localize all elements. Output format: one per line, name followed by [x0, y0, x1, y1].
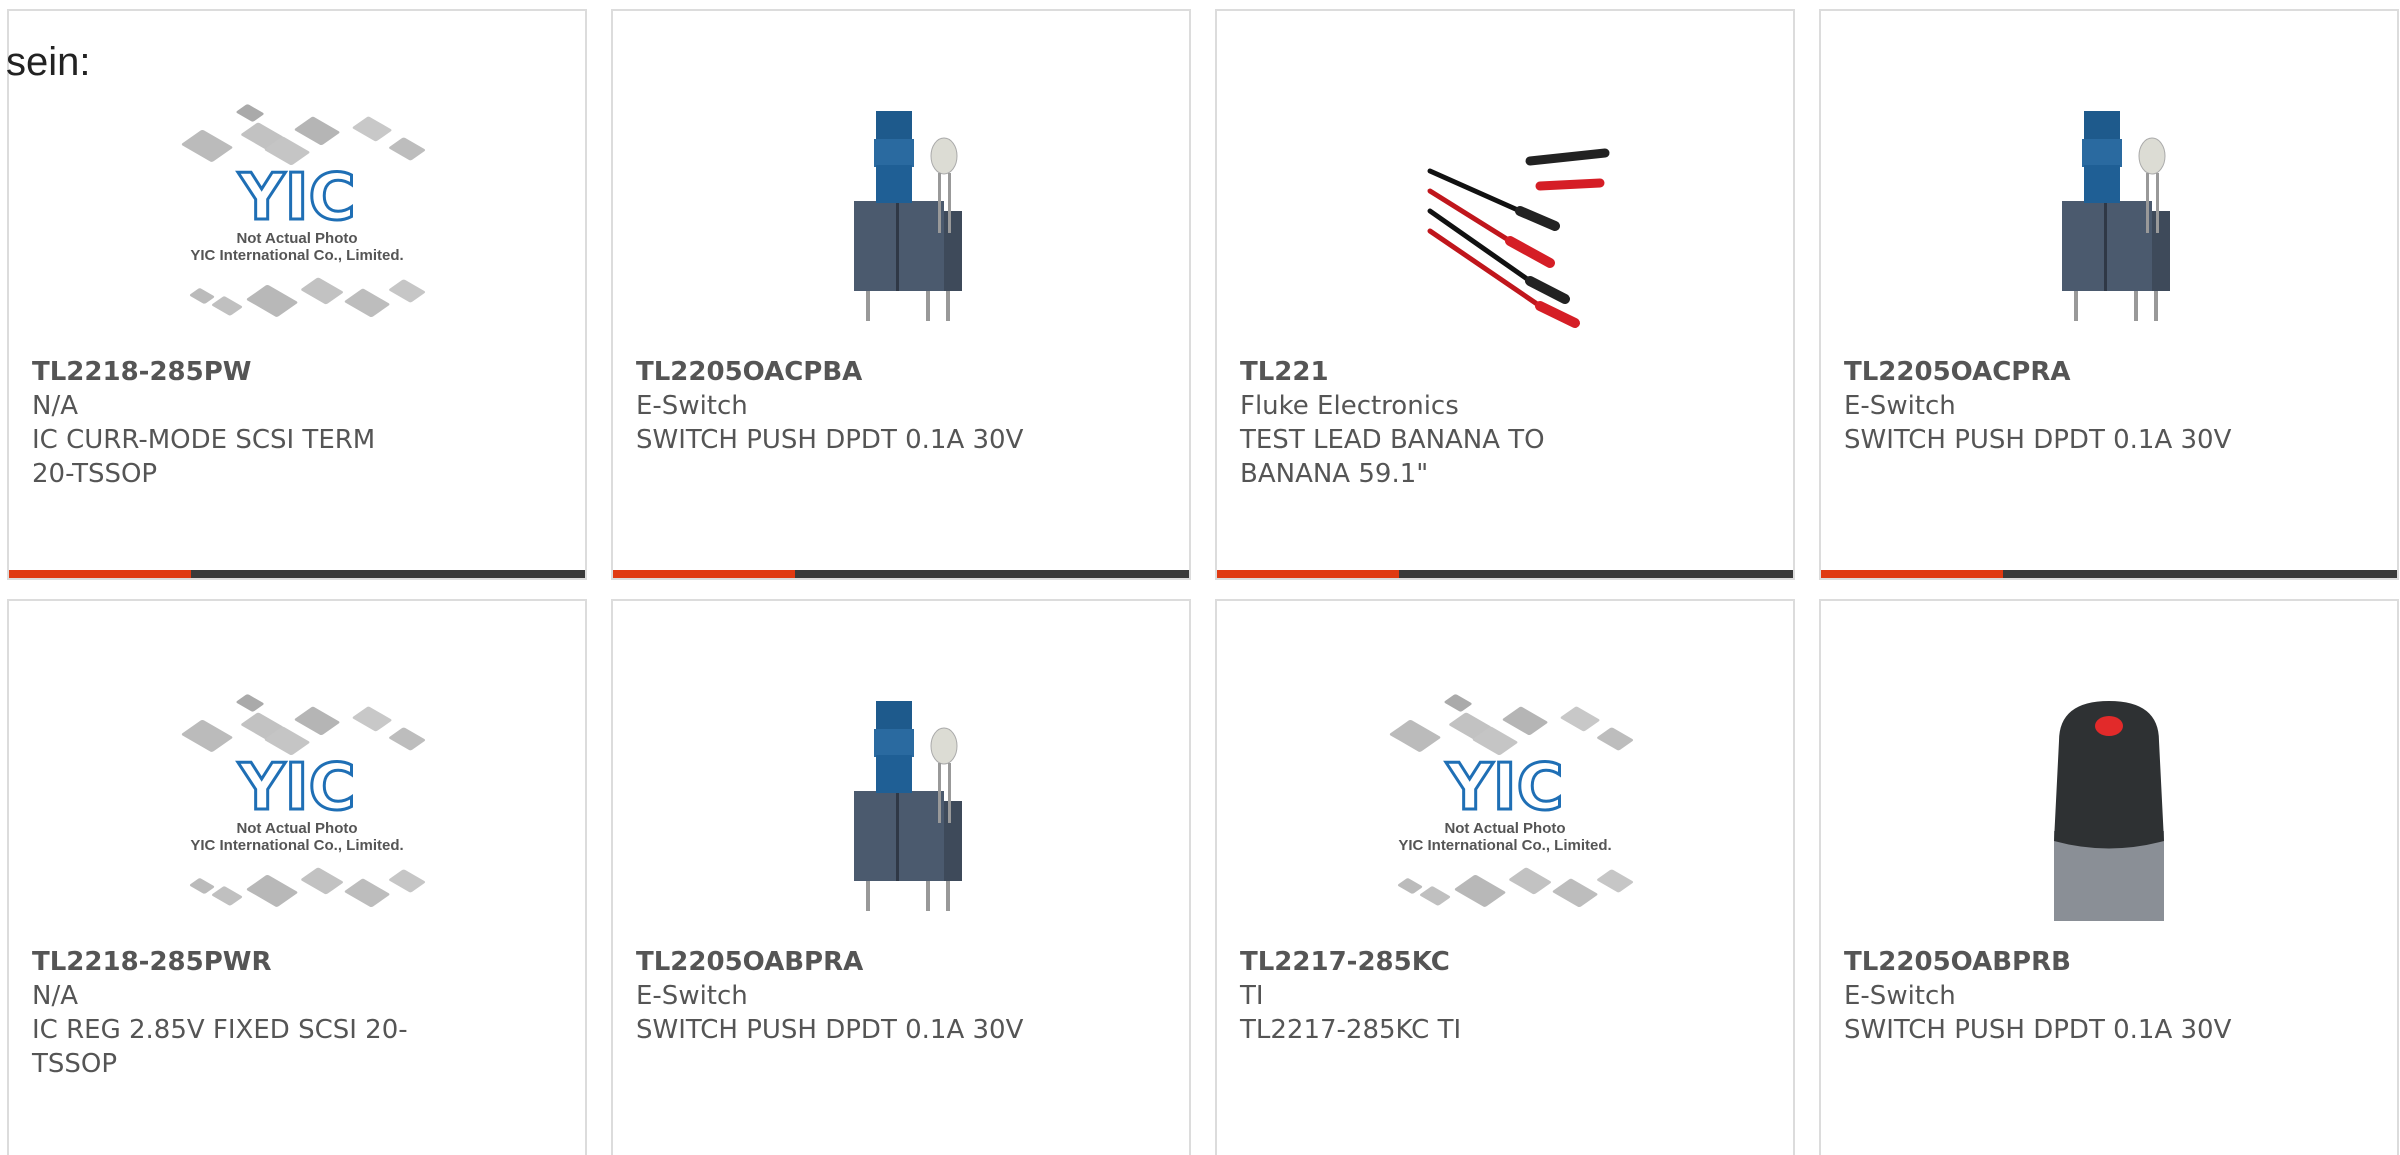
intro-text: sein:	[6, 40, 91, 84]
part-number[interactable]: TL221	[1240, 355, 1633, 389]
svg-text:YIC: YIC	[1445, 751, 1563, 825]
card-accent	[613, 570, 795, 578]
yic-placeholder-icon[interactable]: YIC Not Actual Photo YIC International C…	[162, 91, 432, 341]
svg-text:Not Actual Photo: Not Actual Photo	[236, 820, 357, 837]
product-card[interactable]: TL2205OACPRA E-Switch SWITCH PUSH DPDT 0…	[1819, 9, 2399, 580]
product-card[interactable]: YIC Not Actual Photo YIC International C…	[7, 599, 587, 1155]
manufacturer: N/A	[32, 391, 78, 421]
description: SWITCH PUSH DPDT 0.1A 30V	[1844, 425, 2232, 455]
description: SWITCH PUSH DPDT 0.1A 30V	[1844, 1015, 2232, 1045]
part-number[interactable]: TL2205OACPRA	[1844, 355, 2237, 389]
push-switch-icon[interactable]	[1974, 91, 2244, 341]
manufacturer: E-Switch	[636, 981, 748, 1011]
description: IC CURR-MODE SCSI TERM 20-TSSOP	[32, 425, 376, 489]
description: IC REG 2.85V FIXED SCSI 20-TSSOP	[32, 1015, 408, 1079]
card-accent	[1821, 570, 2003, 578]
card-footer-bar	[613, 570, 1189, 578]
product-info: TL2205OABPRB E-Switch SWITCH PUSH DPDT 0…	[1844, 945, 2237, 1047]
yic-placeholder-icon[interactable]: YIC Not Actual Photo YIC International C…	[162, 681, 432, 931]
svg-text:YIC: YIC	[237, 751, 355, 825]
product-card[interactable]: TL221 Fluke Electronics TEST LEAD BANANA…	[1215, 9, 1795, 580]
part-number[interactable]: TL2218-285PW	[32, 355, 425, 389]
svg-text:YIC: YIC	[237, 161, 355, 235]
description: SWITCH PUSH DPDT 0.1A 30V	[636, 425, 1024, 455]
product-info: TL2218-285PWR N/A IC REG 2.85V FIXED SCS…	[32, 945, 425, 1081]
part-number[interactable]: TL2218-285PWR	[32, 945, 425, 979]
svg-text:Not Actual Photo: Not Actual Photo	[1444, 820, 1565, 837]
description: SWITCH PUSH DPDT 0.1A 30V	[636, 1015, 1024, 1045]
card-accent	[9, 570, 191, 578]
product-card[interactable]: TL2205OABPRA E-Switch SWITCH PUSH DPDT 0…	[611, 599, 1191, 1155]
card-footer-bar	[1821, 570, 2397, 578]
svg-text:YIC International Co., Limited: YIC International Co., Limited.	[1398, 837, 1611, 854]
description: TEST LEAD BANANA TO BANANA 59.1"	[1240, 425, 1545, 489]
part-number[interactable]: TL2205OABPRB	[1844, 945, 2237, 979]
push-switch-icon[interactable]	[766, 91, 1036, 341]
manufacturer: Fluke Electronics	[1240, 391, 1459, 421]
product-card[interactable]: TL2205OABPRB E-Switch SWITCH PUSH DPDT 0…	[1819, 599, 2399, 1155]
manufacturer: N/A	[32, 981, 78, 1011]
led-push-switch-icon[interactable]	[1974, 681, 2244, 931]
product-card[interactable]: TL2205OACPBA E-Switch SWITCH PUSH DPDT 0…	[611, 9, 1191, 580]
push-switch-icon[interactable]	[766, 681, 1036, 931]
manufacturer: E-Switch	[636, 391, 748, 421]
svg-text:YIC International Co., Limited: YIC International Co., Limited.	[190, 837, 403, 854]
manufacturer: E-Switch	[1844, 981, 1956, 1011]
svg-text:YIC International Co., Limited: YIC International Co., Limited.	[190, 247, 403, 264]
product-card[interactable]: YIC Not Actual Photo YIC International C…	[7, 9, 587, 580]
part-number[interactable]: TL2205OACPBA	[636, 355, 1029, 389]
part-number[interactable]: TL2217-285KC	[1240, 945, 1633, 979]
card-footer-bar	[9, 570, 585, 578]
yic-placeholder-icon[interactable]: YIC Not Actual Photo YIC International C…	[1370, 681, 1640, 931]
card-accent	[1217, 570, 1399, 578]
product-grid-page: sein: YIC Not Actual Photo YIC Internati…	[0, 0, 2400, 1155]
manufacturer: E-Switch	[1844, 391, 1956, 421]
part-number[interactable]: TL2205OABPRA	[636, 945, 1029, 979]
product-info: TL2205OABPRA E-Switch SWITCH PUSH DPDT 0…	[636, 945, 1029, 1047]
product-info: TL2205OACPBA E-Switch SWITCH PUSH DPDT 0…	[636, 355, 1029, 457]
description: TL2217-285KC TI	[1240, 1015, 1462, 1045]
product-card[interactable]: YIC Not Actual Photo YIC International C…	[1215, 599, 1795, 1155]
product-info: TL2218-285PW N/A IC CURR-MODE SCSI TERM …	[32, 355, 425, 491]
product-info: TL221 Fluke Electronics TEST LEAD BANANA…	[1240, 355, 1633, 491]
test-lead-icon[interactable]	[1370, 91, 1640, 341]
product-info: TL2217-285KC TI TL2217-285KC TI	[1240, 945, 1633, 1047]
svg-text:Not Actual Photo: Not Actual Photo	[236, 230, 357, 247]
card-footer-bar	[1217, 570, 1793, 578]
product-info: TL2205OACPRA E-Switch SWITCH PUSH DPDT 0…	[1844, 355, 2237, 457]
manufacturer: TI	[1240, 981, 1264, 1011]
